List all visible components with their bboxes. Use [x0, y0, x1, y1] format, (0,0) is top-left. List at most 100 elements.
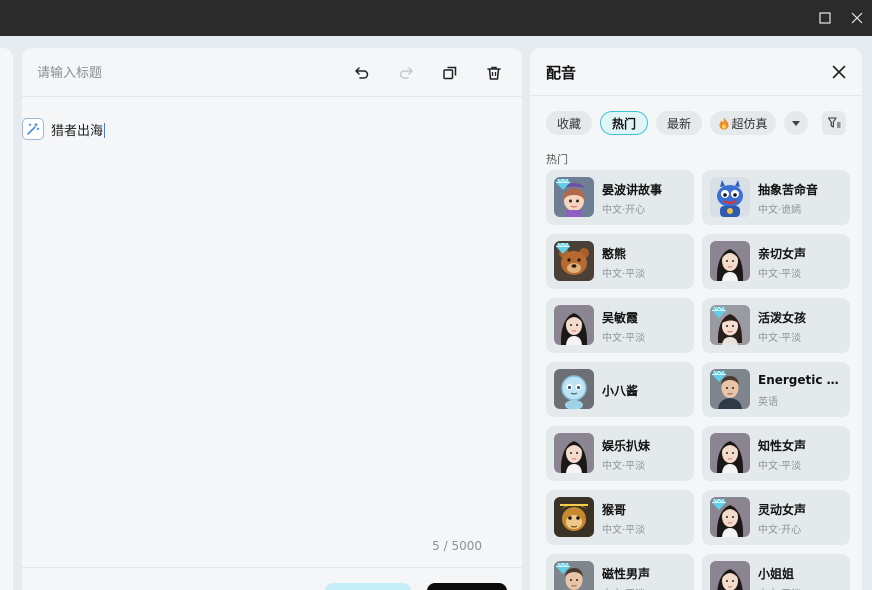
close-icon — [832, 65, 846, 79]
voice-card[interactable]: 小八酱 — [546, 362, 694, 417]
editor-header — [22, 48, 522, 97]
voice-tag: 中文·平淡 — [602, 461, 646, 472]
voice-avatar — [554, 561, 594, 590]
voice-name: 磁性男声 — [602, 567, 651, 581]
voice-panel-title: 配音 — [546, 64, 577, 82]
voice-card[interactable]: 亲切女声中文·平淡 — [702, 234, 850, 289]
text-caret — [104, 123, 106, 138]
diamond-badge-icon — [712, 307, 726, 318]
filter-label: 热门 — [611, 116, 636, 131]
secondary-action-button[interactable] — [325, 583, 411, 590]
filter-label: 超仿真 — [731, 116, 768, 131]
voice-avatar — [554, 497, 594, 537]
filter-favorites[interactable]: 收藏 — [546, 111, 592, 135]
voice-name: 吴敏霞 — [602, 311, 639, 325]
voice-name: 知性女声 — [758, 439, 807, 453]
voice-tag: 中文·平淡 — [758, 269, 802, 280]
voice-name: 晏波讲故事 — [602, 183, 663, 197]
voice-card[interactable]: 磁性男声中文·平淡 — [546, 554, 694, 590]
voice-card[interactable]: 娱乐扒妹中文·平淡 — [546, 426, 694, 481]
filter-sort-button[interactable] — [822, 111, 846, 135]
script-line-text: 猎者出海 — [51, 124, 104, 139]
voice-avatar — [554, 305, 594, 345]
voice-card[interactable]: Energetic M... 英语 — [702, 362, 850, 417]
voice-card[interactable]: 憨熊中文·平淡 — [546, 234, 694, 289]
voice-card[interactable]: 活泼女孩 中文·平淡 — [702, 298, 850, 353]
more-filters-dropdown[interactable] — [784, 111, 808, 135]
voice-name: 憨熊 — [602, 247, 627, 261]
close-icon — [851, 12, 863, 24]
delete-button[interactable] — [483, 62, 505, 84]
title-input[interactable] — [37, 62, 337, 84]
filter-label: 收藏 — [556, 116, 581, 131]
voice-card[interactable]: 小姐姐中文·平淡 — [702, 554, 850, 590]
voice-panel-header: 配音 — [530, 48, 862, 96]
voice-avatar — [554, 369, 594, 409]
filter-label: 最新 — [666, 116, 691, 131]
voice-name: 灵动女声 — [758, 503, 807, 517]
voice-name: 猴哥 — [602, 503, 627, 517]
voice-tag: 中文·平淡 — [758, 585, 801, 590]
copy-button[interactable] — [439, 62, 461, 84]
voice-tag: 英语 — [758, 397, 778, 408]
diamond-badge-icon — [556, 179, 570, 190]
filter-hot[interactable]: 热门 — [600, 111, 648, 135]
footer-divider — [22, 567, 522, 568]
magic-wand-icon — [27, 123, 40, 135]
diamond-badge-icon — [712, 499, 726, 510]
undo-icon — [355, 67, 369, 79]
script-line[interactable]: 猎者出海 — [51, 120, 106, 139]
script-editor: 猎者出海 5 / 5000 — [22, 48, 522, 590]
voice-tag: 中文·平淡 — [758, 333, 802, 344]
voice-tag: 中文·平淡 — [602, 525, 646, 536]
voice-name: 娱乐扒妹 — [602, 439, 651, 453]
voice-tag: 中文·诡嫣 — [758, 205, 802, 216]
filter-super-realistic[interactable]: 超仿真 — [710, 111, 776, 135]
voice-card[interactable]: 知性女声中文·平淡 — [702, 426, 850, 481]
redo-icon — [399, 67, 413, 79]
voice-avatar — [710, 305, 750, 345]
voice-card[interactable]: 晏波讲故事中文·开心 — [546, 170, 694, 225]
voice-avatar — [710, 369, 750, 409]
primary-action-button[interactable] — [427, 583, 507, 590]
voice-panel-close-button[interactable] — [827, 60, 851, 84]
char-count: 5 / 5000 — [432, 539, 482, 553]
voice-panel: 配音 收藏 热门 最新 超仿真 热门 晏波讲故事 中文·开心 抽象苦命音 中文·诡嫣憨… — [530, 48, 862, 590]
caret-down-icon — [792, 120, 800, 126]
voice-card[interactable]: 抽象苦命音中文·诡嫣 — [702, 170, 850, 225]
section-label-hot: 热门 — [546, 153, 568, 166]
diamond-badge-icon — [712, 371, 726, 382]
trash-icon — [487, 66, 501, 80]
voice-avatar — [554, 433, 594, 473]
voice-avatar — [710, 177, 750, 217]
left-panel-edge — [0, 48, 13, 590]
diamond-badge-icon — [556, 243, 570, 254]
voice-avatar — [710, 561, 750, 590]
copy-icon — [443, 66, 457, 80]
voice-tag: 中文·平淡 — [602, 585, 645, 590]
voice-card[interactable]: 吴敏霞中文·平淡 — [546, 298, 694, 353]
voice-avatar — [554, 177, 594, 217]
voice-name: 抽象苦命音 — [758, 183, 819, 197]
filter-icon — [827, 117, 840, 128]
voice-name: 亲切女声 — [758, 247, 807, 261]
fire-icon — [719, 117, 729, 130]
redo-button[interactable] — [395, 62, 417, 84]
filter-newest[interactable]: 最新 — [656, 111, 702, 135]
voice-name: Energetic M... — [758, 373, 844, 387]
line-ai-button[interactable] — [22, 118, 44, 140]
voice-avatar — [554, 241, 594, 281]
voice-tag: 中文·平淡 — [602, 333, 646, 344]
voice-card[interactable]: 猴哥中文·平淡 — [546, 490, 694, 545]
voice-avatar — [710, 497, 750, 537]
undo-button[interactable] — [351, 62, 373, 84]
voice-name: 小八酱 — [602, 384, 639, 398]
close-window-button[interactable] — [837, 0, 872, 36]
voice-card[interactable]: 灵动女声 中文·开心 — [702, 490, 850, 545]
maximize-icon — [819, 12, 831, 24]
voice-tag: 中文·平淡 — [758, 461, 802, 472]
voice-tag: 中文·开心 — [602, 205, 646, 216]
voice-tag: 中文·平淡 — [602, 269, 646, 280]
window-titlebar — [0, 0, 872, 36]
voice-name: 小姐姐 — [758, 567, 795, 581]
